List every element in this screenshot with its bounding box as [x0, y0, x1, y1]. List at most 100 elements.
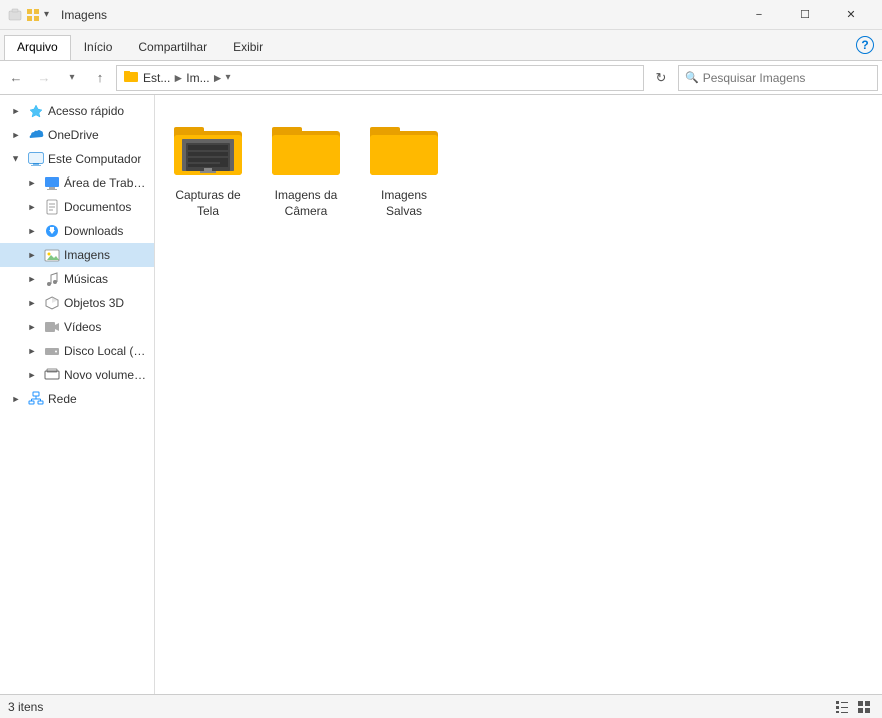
minimize-button[interactable]: − [736, 0, 782, 30]
path-sep-1: ► [172, 71, 184, 85]
sidebar-item-documents[interactable]: ► Documentos [0, 195, 154, 219]
3d-icon [43, 294, 61, 312]
tab-exibir[interactable]: Exibir [220, 35, 276, 60]
expand-documents[interactable]: ► [24, 199, 40, 215]
expand-new-volume[interactable]: ► [24, 367, 40, 383]
expand-3d[interactable]: ► [24, 295, 40, 311]
expand-onedrive[interactable]: ► [8, 127, 24, 143]
expand-images[interactable]: ► [24, 247, 40, 263]
main-layout: ► Acesso rápido ► OneDrive ► [0, 95, 882, 694]
window-title: Imagens [57, 8, 736, 22]
sidebar-item-videos[interactable]: ► Vídeos [0, 315, 154, 339]
close-button[interactable]: ✕ [828, 0, 874, 30]
sidebar-item-this-pc[interactable]: ► Este Computador [0, 147, 154, 171]
path-sep-2: ► [212, 71, 224, 85]
large-icons-view-button[interactable] [854, 697, 874, 717]
music-icon [43, 270, 61, 288]
local-disk-icon [43, 342, 61, 360]
content-area: Capturas de Tela Imagens da Câmera [155, 95, 882, 694]
ribbon: Arquivo Início Compartilhar Exibir ? [0, 30, 882, 61]
address-path[interactable]: Est... ► Im... ► ▾ [116, 65, 644, 91]
back-button[interactable]: ← [4, 66, 28, 90]
details-view-button[interactable] [832, 697, 852, 717]
folder-saved-svg [368, 117, 440, 177]
sidebar-item-downloads[interactable]: ► Downloads [0, 219, 154, 243]
onedrive-icon [27, 126, 45, 144]
help-button[interactable]: ? [856, 36, 874, 54]
path-dropdown-arrow: ▾ [225, 72, 230, 83]
expand-music[interactable]: ► [24, 271, 40, 287]
desktop-icon [43, 174, 61, 192]
folder-capturas-svg [172, 117, 244, 177]
folder-camera-svg [270, 117, 342, 177]
path-part-est[interactable]: Est... [143, 71, 170, 85]
sidebar-item-music[interactable]: ► Músicas [0, 267, 154, 291]
folder-capturas[interactable]: Capturas de Tela [163, 103, 253, 224]
sidebar-label-network: Rede [48, 392, 77, 406]
folder-camera[interactable]: Imagens da Câmera [261, 103, 351, 224]
sidebar-label-this-pc: Este Computador [48, 152, 141, 166]
sidebar-label-documents: Documentos [64, 200, 131, 214]
folder-capturas-thumb [169, 108, 247, 186]
path-folder-icon [123, 68, 139, 87]
sidebar: ► Acesso rápido ► OneDrive ► [0, 95, 155, 694]
sidebar-label-quick-access: Acesso rápido [48, 104, 124, 118]
videos-icon [43, 318, 61, 336]
folder-saved-thumb [365, 108, 443, 186]
tab-arquivo[interactable]: Arquivo [4, 35, 71, 60]
sidebar-item-onedrive[interactable]: ► OneDrive [0, 123, 154, 147]
new-volume-icon [43, 366, 61, 384]
downloads-icon [43, 222, 61, 240]
tab-inicio[interactable]: Início [71, 35, 126, 60]
maximize-button[interactable]: ☐ [782, 0, 828, 30]
address-bar: ← → ▾ ↑ Est... ► Im... ► ▾ ↻ 🔍 [0, 61, 882, 95]
view-buttons [832, 697, 874, 717]
sidebar-item-quick-access[interactable]: ► Acesso rápido [0, 99, 154, 123]
sidebar-item-desktop[interactable]: ► Área de Trabalho [0, 171, 154, 195]
tab-compartilhar[interactable]: Compartilhar [125, 35, 220, 60]
up-button[interactable]: ↑ [88, 66, 112, 90]
window-controls: − ☐ ✕ [736, 0, 874, 30]
sidebar-item-new-volume[interactable]: ► Novo volume (E:) [0, 363, 154, 387]
folder-camera-label: Imagens da Câmera [266, 188, 346, 219]
sidebar-label-downloads: Downloads [64, 224, 123, 238]
item-count: 3 itens [8, 700, 43, 714]
documents-icon [43, 198, 61, 216]
sidebar-label-images: Imagens [64, 248, 110, 262]
sidebar-label-3d: Objetos 3D [64, 296, 124, 310]
expand-network[interactable]: ► [8, 391, 24, 407]
sidebar-item-local-disk[interactable]: ► Disco Local (C:) [0, 339, 154, 363]
path-part-im[interactable]: Im... [186, 71, 209, 85]
network-icon [27, 390, 45, 408]
sidebar-label-local-disk: Disco Local (C:) [64, 344, 148, 358]
title-bar-arrow: ▾ [44, 9, 49, 20]
expand-videos[interactable]: ► [24, 319, 40, 335]
sidebar-item-3d[interactable]: ► Objetos 3D [0, 291, 154, 315]
expand-local-disk[interactable]: ► [24, 343, 40, 359]
sidebar-label-onedrive: OneDrive [48, 128, 99, 142]
sidebar-label-new-volume: Novo volume (E:) [64, 368, 148, 382]
sidebar-label-music: Músicas [64, 272, 108, 286]
sidebar-label-videos: Vídeos [64, 320, 101, 334]
search-box[interactable]: 🔍 [678, 65, 878, 91]
forward-button[interactable]: → [32, 66, 56, 90]
quick-access-icon-title [26, 8, 40, 22]
folder-capturas-label: Capturas de Tela [168, 188, 248, 219]
sidebar-label-desktop: Área de Trabalho [64, 176, 148, 190]
expand-quick-access[interactable]: ► [8, 103, 24, 119]
quick-access-icon [27, 102, 45, 120]
this-pc-icon [27, 150, 45, 168]
expand-this-pc[interactable]: ► [8, 151, 24, 167]
search-icon: 🔍 [685, 71, 699, 84]
folder-saved[interactable]: Imagens Salvas [359, 103, 449, 224]
refresh-button[interactable]: ↻ [648, 65, 674, 91]
sidebar-item-images[interactable]: ► Imagens [0, 243, 154, 267]
sidebar-item-network[interactable]: ► Rede [0, 387, 154, 411]
images-icon [43, 246, 61, 264]
folder-saved-label: Imagens Salvas [364, 188, 444, 219]
search-input[interactable] [703, 71, 871, 85]
expand-desktop[interactable]: ► [24, 175, 40, 191]
recent-locations-button[interactable]: ▾ [60, 66, 84, 90]
title-bar-icons: ▾ [8, 8, 49, 22]
expand-downloads[interactable]: ► [24, 223, 40, 239]
